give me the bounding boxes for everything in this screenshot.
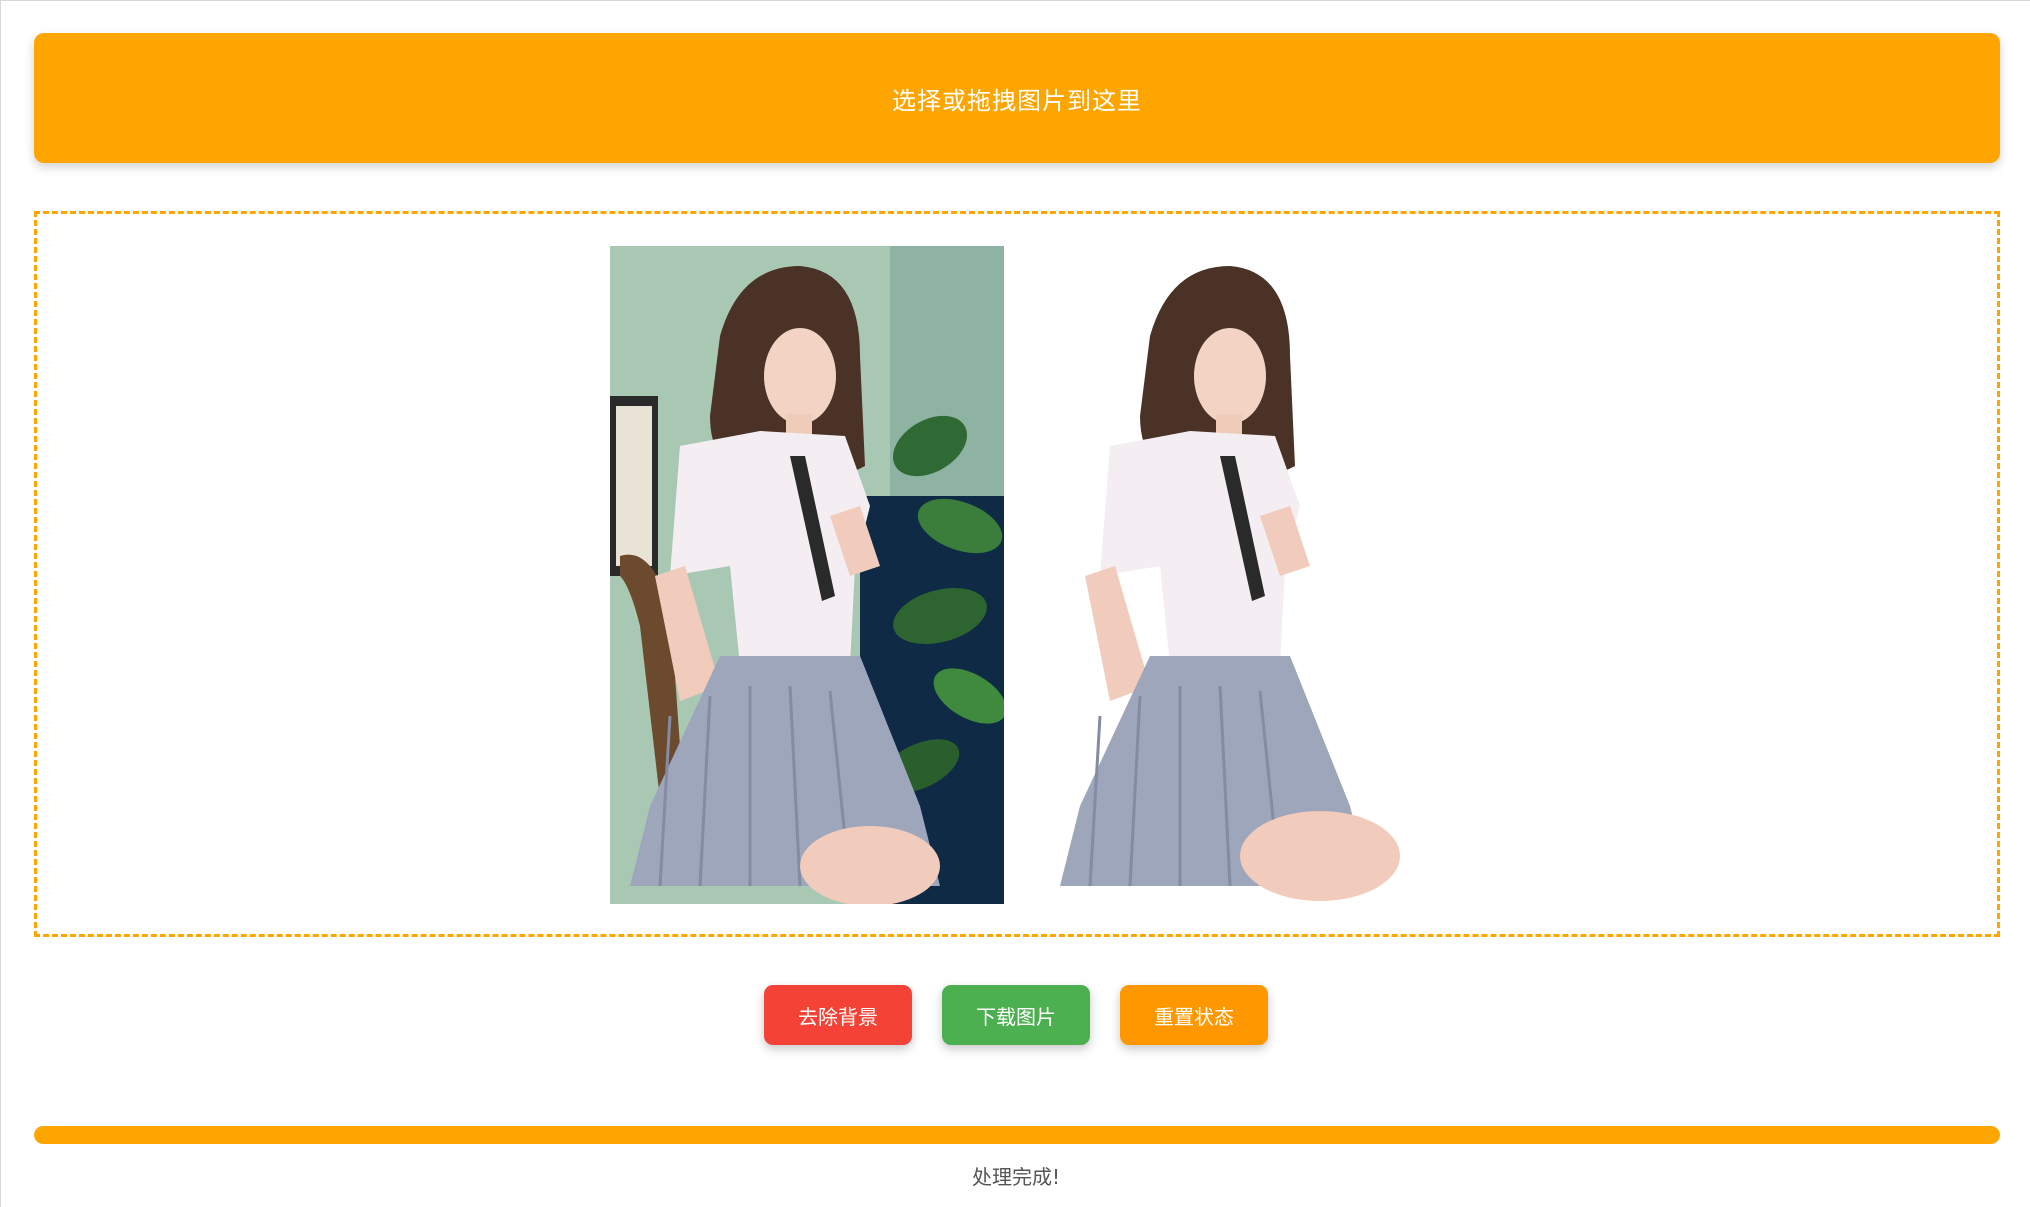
reset-state-button[interactable]: 重置状态	[1120, 985, 1268, 1045]
upload-button[interactable]: 选择或拖拽图片到这里	[34, 33, 2000, 163]
image-drop-zone[interactable]	[34, 211, 2000, 937]
action-buttons: 去除背景 下载图片 重置状态	[1, 985, 2030, 1047]
original-image	[610, 246, 1004, 904]
status-message: 处理完成!	[971, 1165, 1061, 1189]
upload-label: 选择或拖拽图片到这里	[892, 86, 1142, 115]
progress-bar	[34, 1126, 2000, 1144]
remove-background-button[interactable]: 去除背景	[764, 985, 912, 1045]
download-image-button[interactable]: 下载图片	[942, 985, 1090, 1045]
result-image	[1060, 246, 1454, 904]
progress-fill	[34, 1126, 2000, 1144]
